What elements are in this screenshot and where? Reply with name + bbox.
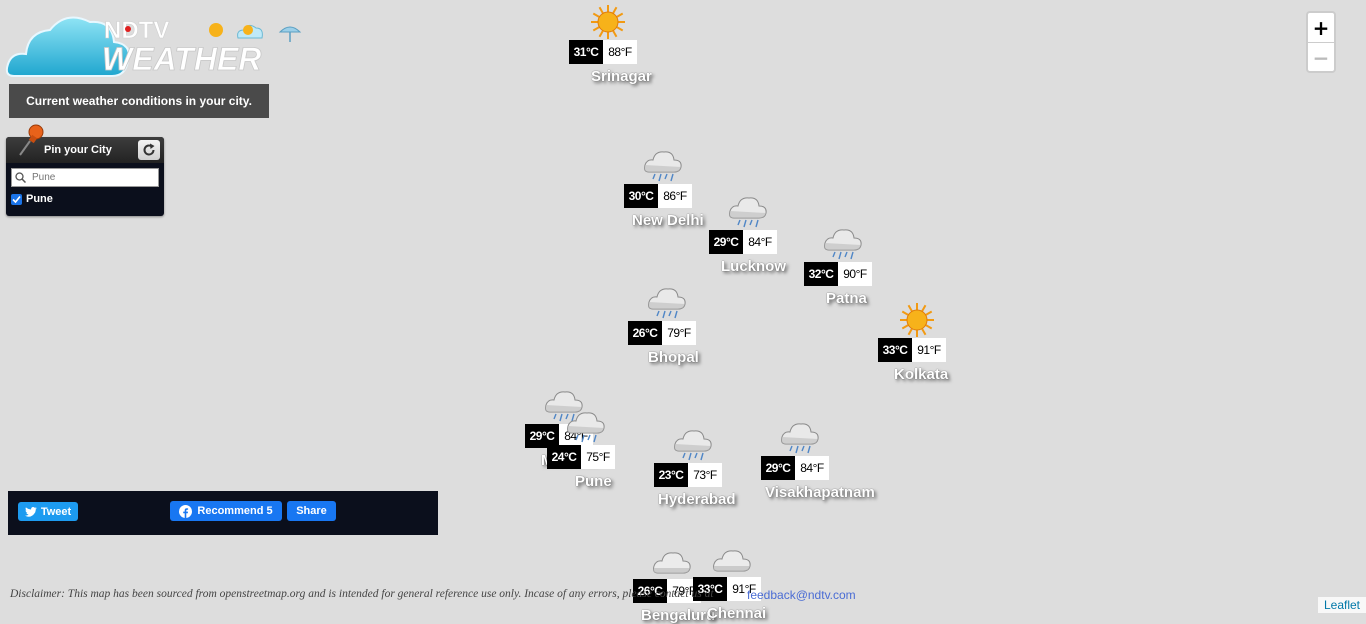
city-name-label: Kolkata — [894, 366, 949, 383]
fahrenheit-value: 84°F — [743, 230, 777, 254]
celsius-value: 26°C — [628, 321, 662, 345]
city-name-label: Patna — [826, 290, 867, 307]
rain-cloud-icon — [673, 427, 713, 463]
tagline-banner: Current weather conditions in your city. — [9, 84, 269, 118]
cloudy-icon — [712, 541, 752, 577]
fahrenheit-value: 86°F — [658, 184, 692, 208]
feedback-email-link[interactable]: feedback@ndtv.com — [747, 588, 856, 602]
recommend-label: Recommend 5 — [197, 505, 273, 517]
city-name-label: Pune — [575, 473, 612, 490]
rain-cloud-icon — [566, 409, 606, 445]
facebook-share-button[interactable]: Share — [287, 501, 336, 521]
temperature-box: 31°C 88°F — [569, 40, 637, 64]
twitter-bird-icon — [24, 506, 37, 517]
fahrenheit-value: 91°F — [912, 338, 946, 362]
map-zoom-control: + − — [1306, 11, 1336, 73]
rain-cloud-icon — [728, 194, 768, 230]
temperature-box: 24°C 75°F — [547, 445, 615, 469]
temperature-box: 32°C 90°F — [804, 262, 872, 286]
temperature-box: 26°C 79°F — [628, 321, 696, 345]
sunny-icon — [897, 302, 937, 338]
checkbox-checked-icon[interactable] — [11, 193, 22, 205]
facebook-recommend-button[interactable]: Recommend 5 — [170, 501, 282, 521]
city-name-label: Lucknow — [721, 258, 787, 275]
pushpin-icon — [19, 124, 44, 156]
svg-text:WEATHER: WEATHER — [102, 41, 261, 77]
celsius-value: 30°C — [624, 184, 658, 208]
sunny-icon — [588, 4, 628, 40]
zoom-out-button[interactable]: − — [1308, 42, 1334, 72]
ndtv-weather-logo: NDTV WEATHER — [4, 8, 304, 82]
rain-cloud-icon — [643, 148, 683, 184]
fahrenheit-value: 75°F — [581, 445, 615, 469]
city-name-label: Bhopal — [648, 349, 699, 366]
tweet-label: Tweet — [40, 505, 72, 518]
city-search-field[interactable] — [11, 168, 159, 187]
fahrenheit-value: 73°F — [688, 463, 722, 487]
pin-city-header: Pin your City — [6, 124, 164, 163]
leaflet-attribution-link[interactable]: Leaflet — [1317, 597, 1366, 613]
disclaimer-text: Disclaimer: This map has been sourced fr… — [10, 588, 714, 600]
refresh-button[interactable] — [138, 140, 160, 160]
temperature-box: 33°C 91°F — [878, 338, 946, 362]
celsius-value: 31°C — [569, 40, 603, 64]
city-name-label: Srinagar — [591, 68, 652, 85]
city-name-label: Chennai — [707, 605, 767, 622]
rain-cloud-icon — [780, 420, 820, 456]
logo-text-ndtv: NDTV — [104, 17, 169, 44]
celsius-value: 33°C — [878, 338, 912, 362]
city-name-label: Visakhapatnam — [765, 484, 875, 501]
cloudy-icon — [652, 543, 692, 579]
search-icon — [15, 172, 26, 183]
rain-cloud-icon — [647, 285, 687, 321]
zoom-in-button[interactable]: + — [1308, 13, 1334, 42]
fahrenheit-value: 84°F — [795, 456, 829, 480]
celsius-value: 29°C — [709, 230, 743, 254]
celsius-value: 23°C — [654, 463, 688, 487]
pin-city-title: Pin your City — [44, 144, 112, 156]
temperature-box: 29°C 84°F — [761, 456, 829, 480]
share-bar: Tweet Recommend 5 Share — [8, 491, 438, 535]
tweet-button[interactable]: Tweet — [18, 502, 78, 521]
celsius-value: 29°C — [761, 456, 795, 480]
city-name-label: Hyderabad — [658, 491, 736, 508]
fahrenheit-value: 79°F — [662, 321, 696, 345]
city-name-label: New Delhi — [632, 212, 704, 229]
temperature-box: 23°C 73°F — [654, 463, 722, 487]
rain-cloud-icon — [823, 226, 863, 262]
celsius-value: 24°C — [547, 445, 581, 469]
temperature-box: 29°C 84°F — [709, 230, 777, 254]
city-search-input[interactable] — [30, 171, 154, 184]
city-name-label: Bengaluru — [641, 607, 716, 624]
pinned-city-label: Pune — [26, 193, 53, 205]
facebook-icon — [179, 504, 193, 518]
refresh-icon — [143, 143, 155, 156]
celsius-value: 32°C — [804, 262, 838, 286]
pinned-city-checkbox-row[interactable]: Pune — [11, 193, 53, 205]
temperature-box: 30°C 86°F — [624, 184, 692, 208]
fahrenheit-value: 88°F — [603, 40, 637, 64]
fahrenheit-value: 90°F — [838, 262, 872, 286]
pin-city-panel: Pin your City Pune — [6, 124, 164, 216]
